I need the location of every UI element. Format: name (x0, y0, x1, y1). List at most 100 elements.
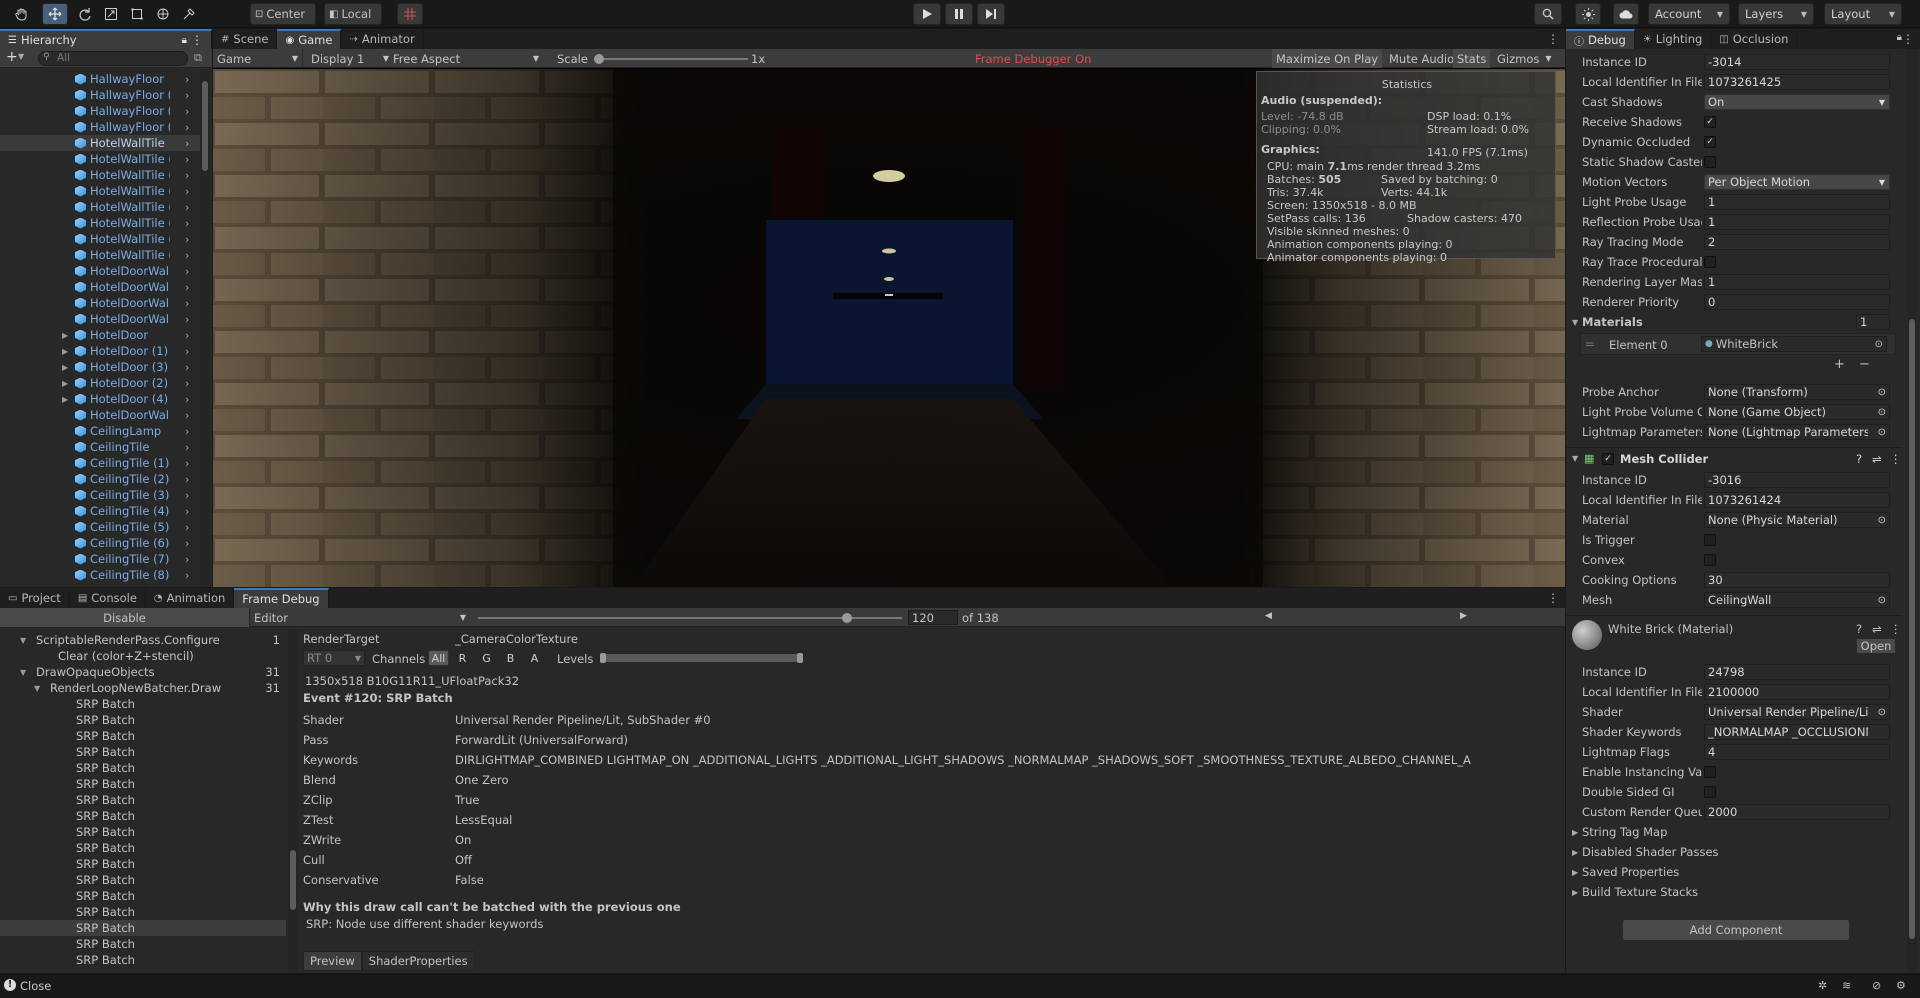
open-prefab-arrow-icon[interactable]: › (185, 73, 189, 86)
channel-all-button[interactable]: All (428, 650, 449, 666)
tab-animator[interactable]: ⇢ Animator (341, 29, 424, 49)
object-picker-icon[interactable]: ⊙ (1878, 387, 1886, 398)
tab-console[interactable]: ▤ Console (70, 588, 146, 608)
step-button[interactable] (977, 3, 1005, 25)
hierarchy-item[interactable]: CeilingTile (1) › (0, 455, 205, 471)
game-render-view[interactable]: Statistics Audio (suspended): Level: -74… (213, 69, 1565, 587)
open-prefab-arrow-icon[interactable]: › (185, 121, 189, 134)
hierarchy-item[interactable]: HotelDoorWall (1) › (0, 279, 205, 295)
kebab-menu-icon[interactable]: ⋮ (191, 33, 203, 47)
scrollbar-thumb[interactable] (290, 850, 296, 910)
rect-tool-icon[interactable] (124, 3, 150, 25)
frame-event-item[interactable]: SRP Batch (0, 760, 286, 776)
open-prefab-arrow-icon[interactable]: › (185, 473, 189, 486)
frame-event-item[interactable]: ▼ DrawOpaqueObjects 31 (0, 664, 286, 680)
pivot-center-toggle[interactable]: ⊡ Center (250, 3, 316, 25)
object-picker-icon[interactable]: ⊙ (1878, 595, 1886, 606)
scrollbar-thumb[interactable] (1909, 319, 1915, 939)
kebab-menu-icon[interactable]: ⋮ (1890, 452, 1902, 466)
next-event-icon[interactable]: ▶ (1460, 611, 1467, 621)
open-prefab-arrow-icon[interactable]: › (185, 457, 189, 470)
object-picker-icon[interactable]: ⊙ (1878, 407, 1886, 418)
property-checkbox[interactable]: ✓ (1704, 116, 1716, 128)
property-field[interactable]: 1 (1704, 214, 1890, 230)
property-field[interactable]: 4 (1704, 744, 1890, 760)
hierarchy-item[interactable]: HotelDoorWall › (0, 407, 205, 423)
prev-event-icon[interactable]: ◀ (1265, 611, 1272, 621)
kebab-menu-icon[interactable]: ⋮ (1902, 32, 1914, 46)
frame-event-item[interactable]: SRP Batch (0, 840, 286, 856)
hierarchy-item[interactable]: HotelWallTile (7) › (0, 215, 205, 231)
tab-shader-properties[interactable]: ShaderProperties (361, 951, 475, 971)
property-field[interactable]: 30 (1704, 572, 1890, 588)
property-object-field[interactable]: Universal Render Pipeline/Lit ⊙ (1704, 704, 1890, 720)
hierarchy-item[interactable]: HotelDoorWall (2) › (0, 295, 205, 311)
tab-debug[interactable]: ⓘ Debug (1566, 29, 1635, 49)
grid-snap-icon[interactable] (397, 3, 423, 25)
object-picker-icon[interactable]: ⊙ (1875, 339, 1883, 350)
open-prefab-arrow-icon[interactable]: › (185, 521, 189, 534)
services-button[interactable] (1575, 3, 1601, 25)
presets-icon[interactable]: ⇌ (1872, 622, 1882, 636)
property-field[interactable]: 2100000 (1704, 684, 1890, 700)
kebab-menu-icon[interactable]: ⋮ (1547, 591, 1559, 605)
progress-icon[interactable]: ⊘ (1872, 979, 1881, 992)
frame-event-item[interactable]: SRP Batch (0, 952, 286, 968)
property-field[interactable]: -3014 (1704, 54, 1890, 70)
scrollbar-thumb[interactable] (202, 81, 208, 171)
inspector-scrollbar[interactable] (1907, 49, 1917, 973)
tab-frame-debug[interactable]: Frame Debug (234, 588, 329, 608)
foldout-arrow-icon[interactable]: ▼ (20, 668, 26, 677)
frame-event-item[interactable]: SRP Batch (0, 936, 286, 952)
rotate-tool-icon[interactable] (72, 3, 98, 25)
frame-event-item[interactable]: SRP Batch (0, 696, 286, 712)
channel-r-button[interactable]: R (452, 650, 473, 666)
scale-slider[interactable] (594, 54, 748, 64)
game-mode-dropdown[interactable]: Game ▼ (217, 49, 303, 68)
property-checkbox[interactable] (1704, 554, 1716, 566)
hand-tool-icon[interactable] (8, 3, 36, 25)
channel-a-button[interactable]: A (524, 650, 545, 666)
layers-dropdown[interactable]: Layers ▼ (1738, 3, 1814, 25)
property-field[interactable]: 0 (1704, 294, 1890, 310)
open-prefab-arrow-icon[interactable]: › (185, 489, 189, 502)
component-enabled-checkbox[interactable]: ✓ (1602, 452, 1614, 465)
help-icon[interactable]: ? (1856, 622, 1862, 636)
tab-scene[interactable]: # Scene (213, 29, 278, 49)
levels-max-handle[interactable] (797, 653, 803, 663)
property-field[interactable]: 1073261425 (1704, 74, 1890, 90)
kebab-menu-icon[interactable]: ⋮ (1890, 622, 1902, 636)
hierarchy-item[interactable]: CeilingLamp › (0, 423, 205, 439)
foldout-arrow-icon[interactable]: ▶ (62, 379, 68, 388)
open-prefab-arrow-icon[interactable]: › (185, 137, 189, 150)
property-field[interactable]: -3016 (1704, 472, 1890, 488)
open-prefab-arrow-icon[interactable]: › (185, 361, 189, 374)
property-field[interactable]: 1073261424 (1704, 492, 1890, 508)
property-field[interactable]: 2000 (1704, 804, 1890, 820)
property-checkbox[interactable] (1704, 156, 1716, 168)
material-foldout[interactable]: ▶ Build Texture Stacks (1566, 883, 1902, 901)
frame-event-item[interactable]: SRP Batch (0, 856, 286, 872)
frame-event-item[interactable]: SRP Batch (0, 744, 286, 760)
rt-dropdown[interactable]: RT 0 ▼ (303, 650, 365, 666)
levels-min-handle[interactable] (600, 653, 606, 663)
display-dropdown[interactable]: Display 1 ▼ (311, 49, 393, 68)
hierarchy-item[interactable]: HallwayFloor › (0, 71, 205, 87)
open-prefab-arrow-icon[interactable]: › (185, 249, 189, 262)
frame-event-item[interactable]: SRP Batch (0, 824, 286, 840)
tab-preview[interactable]: Preview (303, 951, 362, 971)
hierarchy-item[interactable]: ▶ HotelDoor (3) › (0, 359, 205, 375)
property-dropdown[interactable]: On ▼ (1704, 94, 1890, 110)
open-prefab-arrow-icon[interactable]: › (185, 265, 189, 278)
hierarchy-item[interactable]: ▶ HotelDoor (4) › (0, 391, 205, 407)
open-prefab-arrow-icon[interactable]: › (185, 153, 189, 166)
hierarchy-item[interactable]: HotelWallTile (4) › (0, 167, 205, 183)
property-field[interactable]: 1 (1704, 194, 1890, 210)
property-object-field[interactable]: None (Lightmap Parameters) ⊙ (1704, 424, 1890, 440)
foldout-arrow-icon[interactable]: ▼ (1572, 318, 1578, 327)
hierarchy-item[interactable]: CeilingTile (4) › (0, 503, 205, 519)
presets-icon[interactable]: ⇌ (1872, 452, 1882, 466)
hierarchy-item[interactable]: HallwayFloor (2) › (0, 103, 205, 119)
layout-dropdown[interactable]: Layout ▼ (1824, 3, 1902, 25)
scale-slider-thumb[interactable] (594, 54, 604, 64)
